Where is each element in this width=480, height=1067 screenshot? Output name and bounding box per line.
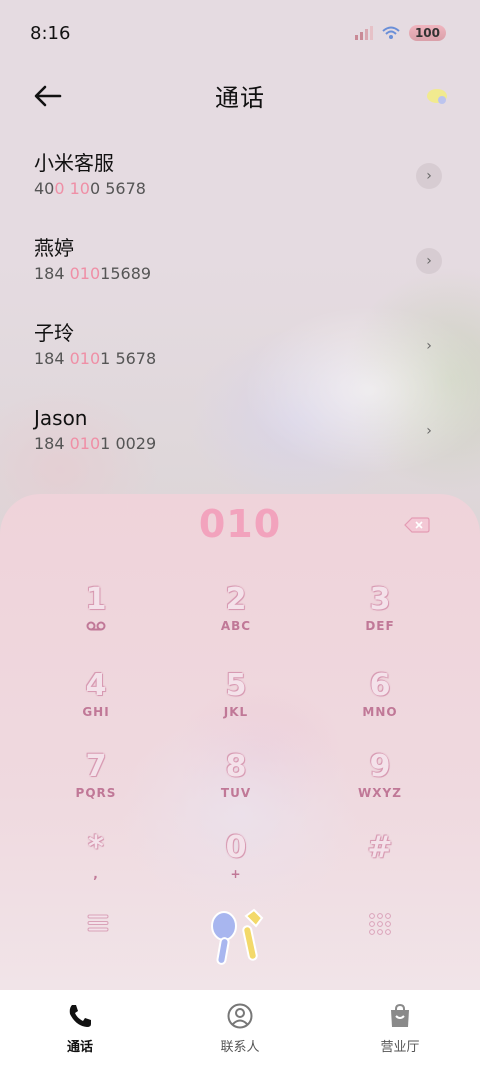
- contact-number: 184 0101 0029: [34, 434, 157, 453]
- key-7[interactable]: 7 PQRS: [41, 749, 151, 829]
- key-1[interactable]: 1: [41, 582, 151, 662]
- key-9[interactable]: 9 WXYZ: [325, 749, 435, 829]
- status-icons: 100: [353, 25, 446, 41]
- battery-indicator: 100: [408, 25, 446, 41]
- page-title: 通话: [215, 83, 265, 112]
- contact-number: 184 0101 5678: [34, 349, 157, 368]
- call-row[interactable]: 燕婷 184 01015689 ›: [0, 230, 480, 315]
- key-2[interactable]: 2 ABC: [181, 582, 291, 662]
- bottom-navigation: 通话 联系人 营业厅: [0, 990, 480, 1067]
- key-5[interactable]: 5 JKL: [181, 668, 291, 748]
- contact-name: 燕婷: [34, 236, 74, 260]
- call-dial-button-icon[interactable]: [206, 906, 274, 970]
- phone-icon: [69, 1005, 91, 1027]
- key-3[interactable]: 3 DEF: [325, 582, 435, 662]
- dialer-panel: 010 1 2 ABC 3 DEF 4 GHI 5 JKL 6 MNO 7 PQ…: [0, 494, 480, 990]
- key-star[interactable]: * ,: [41, 830, 151, 910]
- call-row[interactable]: 小米客服 400 100 5678 ›: [0, 145, 480, 230]
- chevron-right-icon[interactable]: ›: [416, 418, 442, 444]
- decor-sticker-icon: [427, 89, 447, 104]
- contact-number: 184 01015689: [34, 264, 152, 283]
- status-time: 8:16: [30, 22, 71, 44]
- store-bag-icon: [391, 1003, 409, 1027]
- keypad-toggle-icon[interactable]: [368, 912, 392, 936]
- key-0[interactable]: 0 +: [181, 830, 291, 910]
- app-header: 通话: [0, 72, 480, 118]
- key-4[interactable]: 4 GHI: [41, 668, 151, 748]
- voicemail-icon: [86, 621, 106, 631]
- menu-icon[interactable]: [86, 912, 110, 934]
- signal-icon: [354, 26, 373, 40]
- key-hash[interactable]: #: [325, 830, 435, 910]
- chevron-right-icon[interactable]: ›: [416, 163, 442, 189]
- contacts-icon: [227, 1003, 253, 1029]
- contact-name: 子玲: [34, 321, 74, 345]
- contact-number: 400 100 5678: [34, 179, 146, 198]
- arrow-left-icon[interactable]: [30, 78, 66, 114]
- call-row[interactable]: 子玲 184 0101 5678 ›: [0, 315, 480, 400]
- contact-name: 小米客服: [34, 151, 114, 175]
- wifi-icon: [382, 26, 400, 39]
- tab-contacts[interactable]: 联系人: [160, 990, 320, 1067]
- key-8[interactable]: 8 TUV: [181, 749, 291, 829]
- call-row[interactable]: Jason 184 0101 0029 ›: [0, 400, 480, 485]
- backspace-icon[interactable]: [404, 516, 430, 534]
- tab-service-hall[interactable]: 营业厅: [320, 990, 480, 1067]
- chevron-right-icon[interactable]: ›: [416, 248, 442, 274]
- chevron-right-icon[interactable]: ›: [416, 333, 442, 359]
- key-6[interactable]: 6 MNO: [325, 668, 435, 748]
- call-list: 小米客服 400 100 5678 › 燕婷 184 01015689 › 子玲…: [0, 145, 480, 485]
- tab-calls[interactable]: 通话: [0, 990, 160, 1067]
- status-bar: 8:16 100: [0, 0, 480, 66]
- contact-name: Jason: [34, 406, 88, 430]
